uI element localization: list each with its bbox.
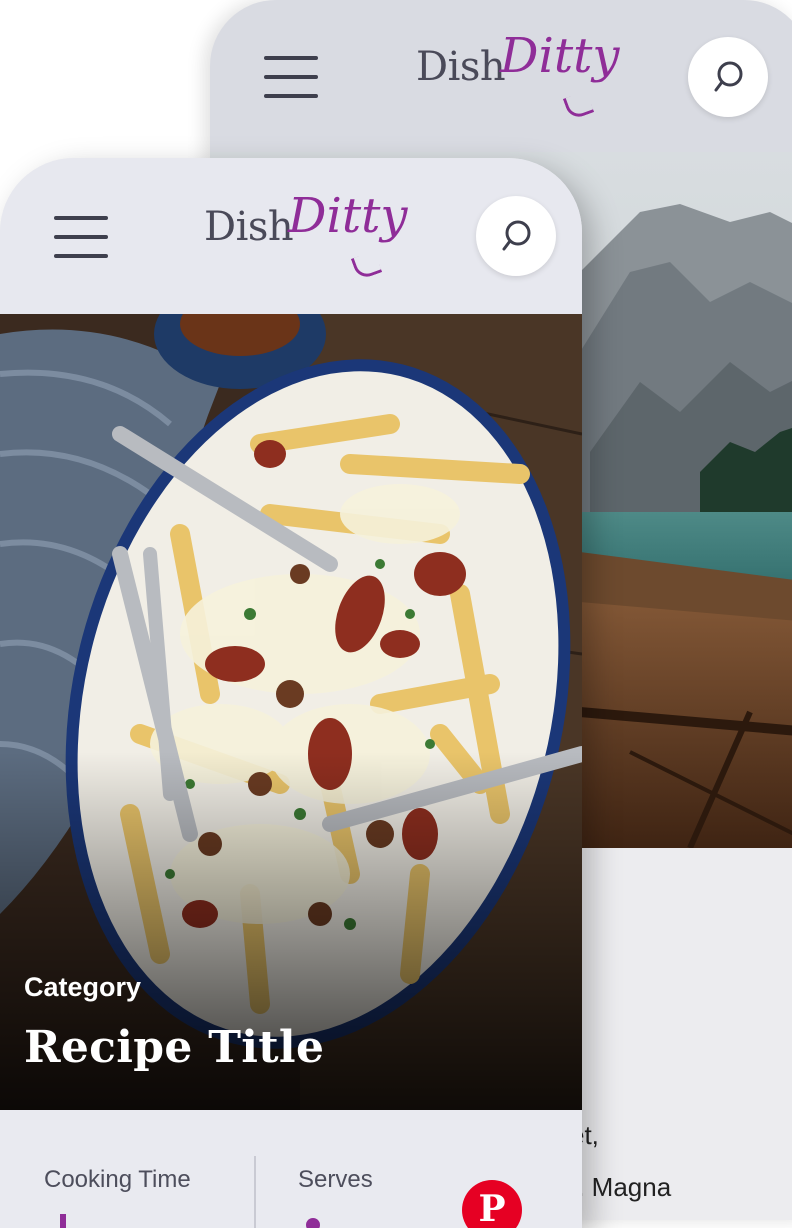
serves-label: Serves — [298, 1166, 373, 1193]
logo-ditty: Ditty — [288, 188, 408, 244]
search-button[interactable] — [688, 37, 768, 117]
recipe-category[interactable]: Category — [24, 972, 141, 1003]
recipe-hero-image[interactable]: Category Recipe Title — [0, 314, 582, 1110]
logo-dish: Dish — [204, 204, 294, 250]
hamburger-menu-icon[interactable] — [54, 216, 108, 258]
logo-flourish — [562, 90, 595, 121]
clock-icon — [60, 1214, 66, 1228]
divider — [254, 1156, 256, 1228]
logo[interactable]: Dish Ditty — [204, 188, 408, 281]
logo[interactable]: Dish Ditty — [416, 28, 620, 121]
back-header: Dish Ditty — [210, 0, 792, 152]
front-phone-screen: Dish Ditty Category Recipe Title Cooking… — [0, 158, 582, 1228]
search-button[interactable] — [476, 196, 556, 276]
logo-dish: Dish — [416, 44, 506, 90]
pinterest-glyph: P — [478, 1188, 506, 1228]
hamburger-menu-icon[interactable] — [264, 56, 318, 98]
pinterest-icon[interactable]: P — [462, 1180, 522, 1228]
front-header: Dish Ditty — [0, 158, 582, 314]
cooking-time-label: Cooking Time — [44, 1166, 191, 1193]
recipe-title: Recipe Title — [24, 1022, 325, 1073]
recipe-info-bar: Cooking Time Serves P — [0, 1110, 582, 1228]
search-icon — [714, 61, 743, 92]
body-text-line: t. Magna — [570, 1172, 672, 1202]
logo-ditty: Ditty — [500, 28, 620, 84]
search-icon — [502, 220, 531, 251]
logo-flourish — [350, 250, 383, 281]
